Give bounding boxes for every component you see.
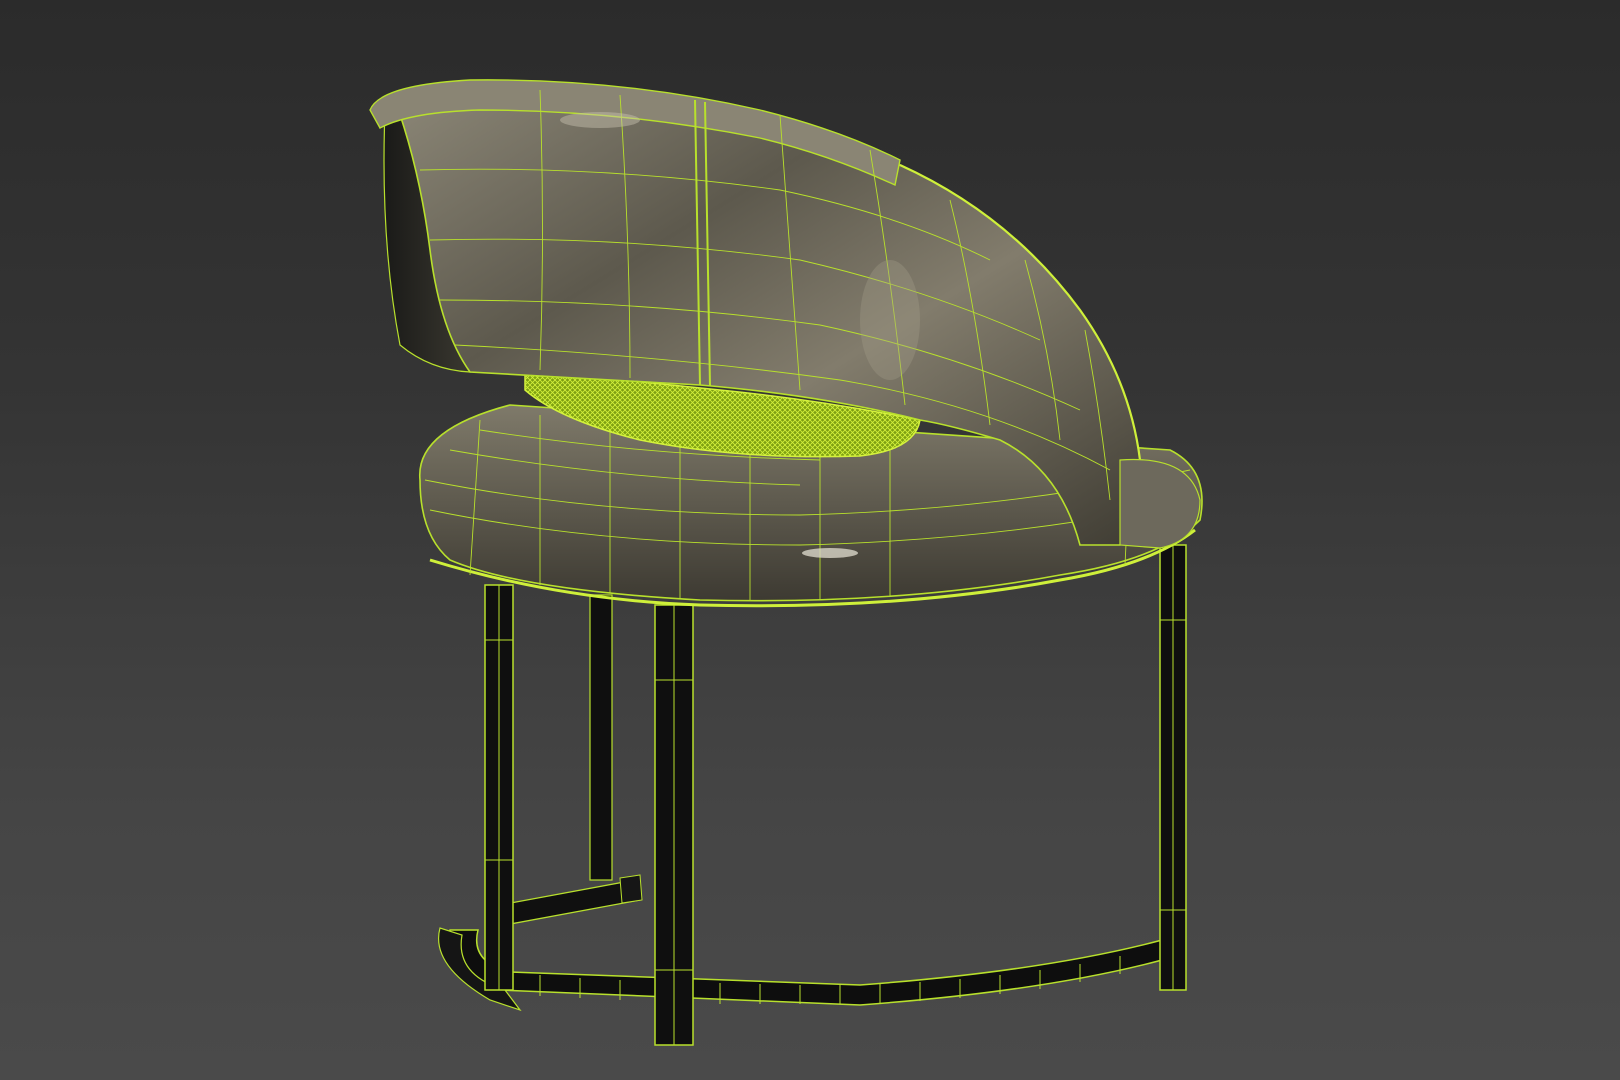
3d-viewport[interactable] xyxy=(0,0,1620,1080)
base-ring xyxy=(438,874,1181,1012)
chair-model-render[interactable] xyxy=(0,0,1620,1080)
